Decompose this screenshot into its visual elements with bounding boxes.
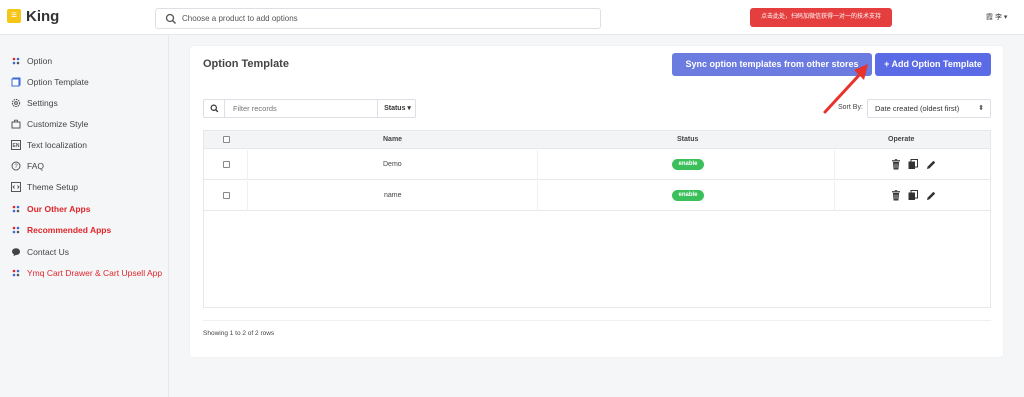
edit-pencil-icon[interactable]: [926, 190, 936, 201]
search-icon[interactable]: [204, 100, 225, 117]
sidebar-item-label: Contact Us: [27, 247, 70, 257]
sort-select[interactable]: Date created (oldest first) ⬍: [867, 99, 991, 118]
gear-icon: [10, 98, 21, 109]
sidebar-item-settings[interactable]: Settings: [10, 96, 58, 110]
sidebar: Option Option Template Settings Customiz…: [0, 35, 169, 397]
chat-icon: [10, 247, 21, 258]
table-row: Demo enable: [204, 150, 990, 180]
sidebar-item-option-template[interactable]: Option Template: [10, 75, 89, 89]
top-bar: ≡ King Choose a product to add options 点…: [0, 0, 1024, 35]
sort-value: Date created (oldest first): [875, 104, 960, 113]
sidebar-item-label: Option: [27, 56, 53, 66]
sidebar-item-label: Ymq Cart Drawer & Cart Upsell App: [27, 268, 163, 278]
templates-table: Name Status Operate Demo enable name ena…: [203, 130, 991, 308]
briefcase-icon: [10, 119, 21, 130]
sidebar-item-faq[interactable]: ? FAQ: [10, 159, 44, 173]
sidebar-item-option[interactable]: Option: [10, 54, 52, 68]
table-row: name enable: [204, 181, 990, 211]
search-placeholder: Choose a product to add options: [182, 14, 298, 23]
sidebar-item-label: Text localization: [27, 140, 88, 150]
template-name: name: [384, 192, 402, 199]
status-filter-dropdown[interactable]: Status ▾: [377, 100, 417, 117]
sidebar-item-customize-style[interactable]: Customize Style: [10, 117, 88, 131]
table-header: Name Status Operate: [204, 131, 990, 149]
chevron-updown-icon: ⬍: [978, 105, 984, 112]
status-badge: enable: [672, 190, 704, 201]
add-option-template-button[interactable]: + Add Option Template: [875, 53, 991, 76]
select-all-checkbox[interactable]: [223, 136, 230, 143]
sidebar-item-label: FAQ: [27, 161, 45, 171]
dots-icon: [10, 204, 21, 215]
template-name: Demo: [383, 161, 402, 168]
annotation-arrow-icon: [823, 64, 868, 114]
delete-icon[interactable]: [891, 190, 901, 201]
status-badge: enable: [672, 159, 704, 170]
product-search[interactable]: Choose a product to add options: [155, 8, 601, 29]
sidebar-item-label: Customize Style: [27, 119, 89, 129]
sidebar-item-contact-us[interactable]: Contact Us: [10, 245, 69, 259]
copy-icon[interactable]: [908, 159, 918, 170]
sidebar-item-recommended-apps[interactable]: Recommended Apps: [10, 223, 111, 237]
sidebar-item-label: Option Template: [27, 77, 89, 87]
search-icon: [165, 13, 176, 24]
user-menu[interactable]: 霞 李 ▾: [986, 12, 1007, 22]
page-title: Option Template: [203, 58, 289, 70]
column-header-name: Name: [383, 136, 403, 143]
option-template-panel: Option Template Sync option templates fr…: [190, 46, 1003, 357]
sidebar-item-our-other-apps[interactable]: Our Other Apps: [10, 202, 90, 216]
dots-icon: [10, 56, 21, 67]
row-checkbox[interactable]: [223, 192, 230, 199]
sidebar-item-label: Theme Setup: [27, 182, 79, 192]
code-icon: [10, 182, 21, 193]
sidebar-item-theme-setup[interactable]: Theme Setup: [10, 180, 78, 194]
svg-text:EN: EN: [12, 143, 19, 149]
wechat-support-button[interactable]: 点击此处，扫码加微信获得一对一的技术支持: [750, 8, 892, 27]
column-header-operate: Operate: [888, 136, 915, 143]
filter-bar: Status ▾: [203, 99, 416, 118]
pagination-info: Showing 1 to 2 of 2 rows: [203, 330, 275, 337]
divider: [203, 320, 991, 321]
copy-icon[interactable]: [908, 190, 918, 201]
app-logo-icon: ≡: [7, 9, 21, 23]
dots-icon: [10, 268, 21, 279]
sidebar-item-label: Our Other Apps: [27, 204, 91, 214]
template-icon: [10, 77, 21, 88]
filter-records-input[interactable]: [233, 104, 373, 113]
question-icon: ?: [10, 161, 21, 172]
sidebar-item-ymq-cart-drawer[interactable]: Ymq Cart Drawer & Cart Upsell App: [10, 266, 162, 280]
en-icon: EN: [10, 140, 21, 151]
sidebar-item-label: Recommended Apps: [27, 225, 112, 235]
brand-name: King: [26, 8, 60, 25]
dots-icon: [10, 225, 21, 236]
row-checkbox[interactable]: [223, 161, 230, 168]
column-header-status: Status: [677, 136, 699, 143]
sidebar-item-text-localization[interactable]: EN Text localization: [10, 138, 87, 152]
sidebar-item-label: Settings: [27, 98, 58, 108]
delete-icon[interactable]: [891, 159, 901, 170]
edit-pencil-icon[interactable]: [926, 159, 936, 170]
